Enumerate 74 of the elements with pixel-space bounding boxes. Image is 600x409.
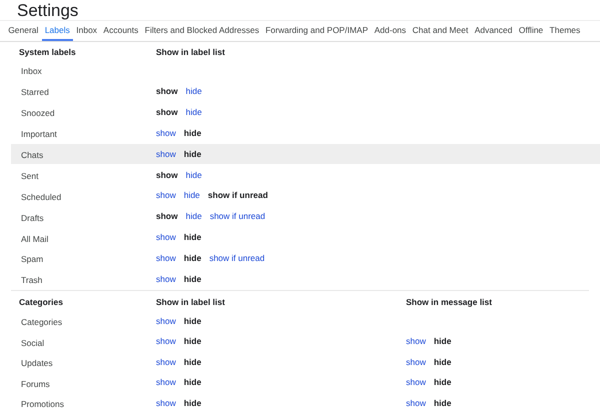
label-name: Scheduled — [21, 192, 62, 202]
column-header: System labels — [19, 47, 76, 57]
settings-tab[interactable]: General — [5, 21, 42, 41]
column-header: Categories — [19, 296, 63, 307]
settings-tab[interactable]: Filters and Blocked Addresses — [142, 21, 262, 41]
option-link[interactable]: show — [156, 272, 176, 286]
label-name: Spam — [21, 254, 44, 264]
label-name: All Mail — [21, 234, 48, 244]
label-name: Starred — [21, 87, 49, 98]
page-title: Settings — [0, 0, 600, 21]
settings-tab[interactable]: Add-ons — [371, 21, 410, 41]
selected-option: hide — [434, 335, 452, 348]
column-header: Show in message list — [406, 296, 492, 307]
option-link[interactable]: show — [156, 126, 176, 140]
selected-option: hide — [184, 396, 202, 409]
selected-option: hide — [184, 126, 202, 140]
label-name: Snoozed — [21, 108, 55, 118]
column-header: Show in label list — [156, 296, 225, 307]
option-link[interactable]: hide — [184, 189, 200, 202]
selected-option: hide — [184, 231, 202, 244]
selected-option: hide — [184, 356, 202, 368]
option-link[interactable]: show if unread — [210, 210, 266, 224]
selected-option: hide — [434, 376, 452, 389]
settings-tab[interactable]: Themes — [546, 21, 584, 41]
settings-tab[interactable]: Forwarding and POP/IMAP — [262, 21, 372, 41]
settings-tab[interactable]: Inbox — [73, 21, 100, 41]
selected-option: show if unread — [208, 189, 268, 202]
settings-tab[interactable]: Labels — [42, 21, 74, 41]
selected-option: show — [156, 210, 178, 224]
label-name: Important — [21, 129, 57, 140]
category-name: Categories — [21, 317, 62, 328]
category-name: Promotions — [21, 399, 64, 409]
option-link[interactable]: show — [406, 356, 426, 368]
label-name: Inbox — [21, 66, 42, 76]
option-link[interactable]: show if unread — [209, 252, 265, 265]
label-name: Trash — [21, 275, 42, 286]
selected-option: show — [156, 106, 178, 119]
option-link[interactable]: show — [406, 376, 426, 389]
selected-option: hide — [434, 356, 452, 368]
selected-option: hide — [434, 396, 452, 409]
selected-option: hide — [184, 272, 202, 286]
option-link[interactable]: show — [156, 376, 176, 389]
option-link[interactable]: show — [406, 335, 426, 348]
column-header: Show in label list — [156, 47, 225, 57]
label-name: Sent — [21, 170, 38, 181]
category-name: Social — [21, 338, 44, 348]
option-link[interactable]: hide — [186, 168, 202, 182]
option-link[interactable]: show — [156, 314, 176, 328]
option-link[interactable]: hide — [186, 106, 202, 119]
settings-tab[interactable]: Advanced — [471, 21, 516, 41]
selected-option: hide — [184, 376, 202, 389]
option-link[interactable]: show — [156, 252, 176, 265]
selected-option: hide — [184, 314, 202, 328]
option-link[interactable]: hide — [186, 84, 202, 98]
selected-option: show — [156, 168, 178, 182]
option-link[interactable]: show — [156, 231, 176, 244]
option-link[interactable]: show — [156, 148, 176, 160]
option-link[interactable]: hide — [186, 210, 202, 224]
selected-option: hide — [184, 252, 202, 265]
selected-option: hide — [184, 335, 202, 348]
label-name: Drafts — [21, 212, 44, 223]
category-name: Updates — [21, 358, 53, 368]
category-name: Forums — [21, 378, 50, 389]
label-name: Chats — [21, 150, 44, 160]
selected-option: show — [156, 84, 178, 98]
settings-tab[interactable]: Chat and Meet — [409, 21, 472, 41]
option-link[interactable]: show — [156, 335, 176, 348]
option-link[interactable]: show — [156, 189, 176, 202]
option-link[interactable]: show — [156, 356, 176, 368]
settings-tab[interactable]: Offline — [516, 21, 546, 41]
selected-option: hide — [184, 148, 202, 160]
option-link[interactable]: show — [156, 396, 176, 409]
settings-tab[interactable]: Accounts — [100, 21, 142, 41]
option-link[interactable]: show — [406, 396, 426, 409]
